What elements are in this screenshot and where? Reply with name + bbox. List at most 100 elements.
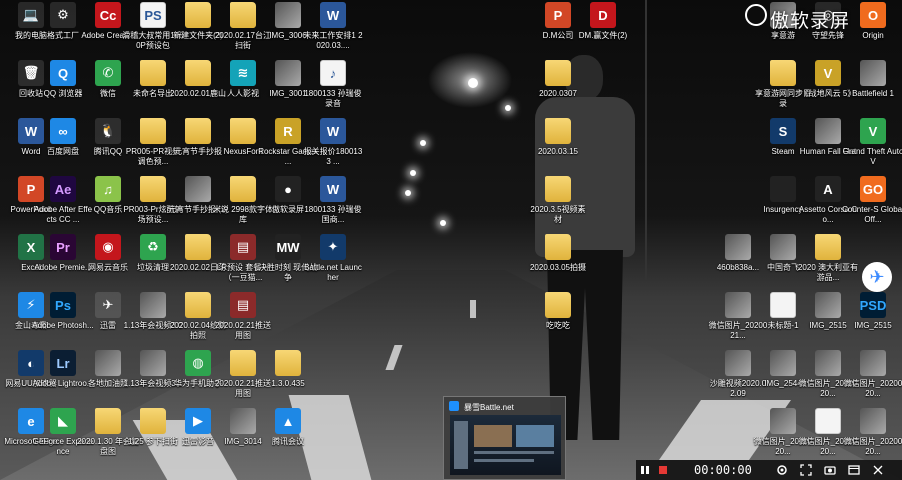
desktop-icon-glyph [140, 60, 166, 86]
desktop-icon-glyph: ✈ [95, 292, 121, 318]
desktop-icon-glyph [770, 292, 796, 318]
desktop-icon-glyph [770, 350, 796, 376]
desktop-icon-glyph: ✆ [95, 60, 121, 86]
desktop-icon-glyph: MW [275, 234, 301, 260]
desktop-icon-glyph [815, 292, 841, 318]
desktop-icon[interactable]: W 1800133 孙瑞俊 国商... [302, 174, 364, 234]
desktop-icon-glyph: W [320, 118, 346, 144]
watermark-logo-icon [745, 4, 767, 26]
desktop-icon[interactable]: ✦ Battle.net Launcher [302, 232, 364, 292]
desktop-icon-glyph [140, 118, 166, 144]
desktop-icon-glyph: PSD [860, 292, 886, 318]
desktop-icon-glyph [140, 176, 166, 202]
battlenet-window-preview[interactable]: 暴雪Battle.net [443, 396, 566, 480]
desktop-icon-label: 报关报价1800133 ... [303, 147, 363, 166]
desktop-icon[interactable]: 2020.03.05拍摄 [527, 232, 589, 292]
street-lamp [420, 140, 426, 146]
desktop-icon[interactable]: W 未来工作安排1 2020.03.... [302, 0, 364, 60]
desktop-icon[interactable]: 1.3.0.435 [257, 348, 319, 408]
desktop-icon[interactable]: 微信图片_2020020... [842, 348, 902, 408]
desktop-icon-glyph: V [860, 118, 886, 144]
street-lamp [505, 105, 511, 111]
desktop-icon[interactable]: ▤ 2020.02.21推送用图 [212, 290, 274, 350]
desktop-icon-label: 未来工作安排1 2020.03.... [303, 31, 363, 50]
desktop-icon-glyph [275, 2, 301, 28]
desktop-icon-label: Battle.net Launcher [304, 263, 362, 282]
stop-button[interactable] [654, 460, 672, 480]
desktop-icon-glyph [230, 118, 256, 144]
fullscreen-button[interactable] [794, 460, 818, 480]
desktop-icon[interactable]: 微信图片_2020020... [842, 406, 902, 466]
desktop-icon-glyph: PS [140, 2, 166, 28]
screenshot-button[interactable] [818, 460, 842, 480]
desktop-icon-glyph [860, 408, 886, 434]
desktop-icon[interactable]: Battlefield 1 [842, 58, 902, 118]
desktop-icon[interactable]: O Origin [842, 0, 902, 60]
desktop-icon[interactable]: D DM.赢文件(2) [572, 0, 634, 60]
desktop-icon-label: 2020.0307 [539, 89, 577, 98]
desktop-icon-glyph: ⚙ [50, 2, 76, 28]
screen-recorder-bar: 00:00:00 [636, 460, 902, 480]
desktop-icon-glyph [545, 234, 571, 260]
desktop-icon-glyph [230, 408, 256, 434]
desktop-icon[interactable]: ♪ 1800133 孙瑞俊录音 [302, 58, 364, 118]
desktop-icon[interactable]: GO Counter-S Global Off... [842, 174, 902, 234]
desktop-icon-glyph: R [275, 118, 301, 144]
desktop-icon-glyph: ◍ [185, 350, 211, 376]
desktop-icon-glyph [725, 234, 751, 260]
street-lamp [405, 190, 411, 196]
window-button[interactable] [842, 460, 866, 480]
desktop-icon-glyph [860, 350, 886, 376]
desktop-icon-glyph: Ae [50, 176, 76, 202]
desktop-icon[interactable]: V Grand Theft Auto V [842, 116, 902, 176]
desktop-icon-label: Battlefield 1 [852, 89, 894, 98]
close-icon [873, 465, 883, 475]
desktop-icon-label: 2020.3.5视频素材 [530, 205, 586, 224]
desktop-icon-label: 2020.03.05拍摄 [529, 263, 587, 272]
stop-icon [659, 466, 667, 474]
desktop-icon[interactable]: PSD IMG_2515 [842, 290, 902, 350]
desktop-icon-glyph [140, 408, 166, 434]
desktop-icon-glyph [185, 176, 211, 202]
desktop-icon[interactable]: 2020.3.5视频素材 [527, 174, 589, 234]
desktop-icon[interactable]: ▲ 腾讯会议 [257, 406, 319, 466]
desktop-icon-glyph [545, 118, 571, 144]
window-icon [848, 465, 860, 475]
street-lamp [440, 220, 446, 226]
desktop-icon-glyph [230, 176, 256, 202]
desktop-icon-label: Origin [862, 31, 884, 40]
pause-icon [641, 466, 649, 474]
desktop-icon[interactable]: 2020.0307 [527, 58, 589, 118]
swallow-float-icon[interactable]: ✈ [862, 262, 892, 292]
desktop-icon[interactable]: 2020 澳大利亚有游品... [797, 232, 859, 292]
desktop-icon-label: 2020 澳大利亚有游品... [797, 263, 859, 282]
street-lamp [410, 170, 416, 176]
preview-thumbnail[interactable] [450, 415, 561, 475]
desktop-icon-label: 1800133 孙瑞俊 国商... [304, 205, 362, 224]
desktop-icon[interactable]: 2020.03.15 [527, 116, 589, 176]
close-button[interactable] [866, 460, 890, 480]
desktop-icon-glyph [185, 2, 211, 28]
desktop-icon-glyph: Ps [50, 292, 76, 318]
desktop[interactable]: 💻 我的电脑 ⚙ 格式工厂 Cc Adobe Creati... PS 滑稽大叔常用1080P… [0, 0, 902, 480]
desktop-icon-glyph: W [320, 2, 346, 28]
desktop-icon-glyph [815, 118, 841, 144]
desktop-icon-label: 腾讯会议 [272, 437, 304, 446]
desktop-icon-glyph: ♫ [95, 176, 121, 202]
desktop-icon-glyph [275, 60, 301, 86]
settings-button[interactable] [770, 460, 794, 480]
desktop-icon-glyph: S [770, 118, 796, 144]
desktop-icon-label: 2020.03.15 [537, 147, 579, 156]
desktop-icon-glyph: ♻ [140, 234, 166, 260]
desktop-icon-glyph [140, 350, 166, 376]
desktop-icon-glyph [230, 2, 256, 28]
pause-button[interactable] [636, 460, 654, 480]
desktop-icon[interactable]: W 报关报价1800133 ... [302, 116, 364, 176]
desktop-icon-glyph [860, 60, 886, 86]
desktop-icon-glyph [95, 350, 121, 376]
street-lamp [468, 78, 478, 88]
desktop-icon[interactable]: 吃吃吃 [527, 290, 589, 350]
desktop-icon-glyph: ● [275, 176, 301, 202]
desktop-icon-glyph: A [815, 176, 841, 202]
desktop-icon-glyph: ∞ [50, 118, 76, 144]
